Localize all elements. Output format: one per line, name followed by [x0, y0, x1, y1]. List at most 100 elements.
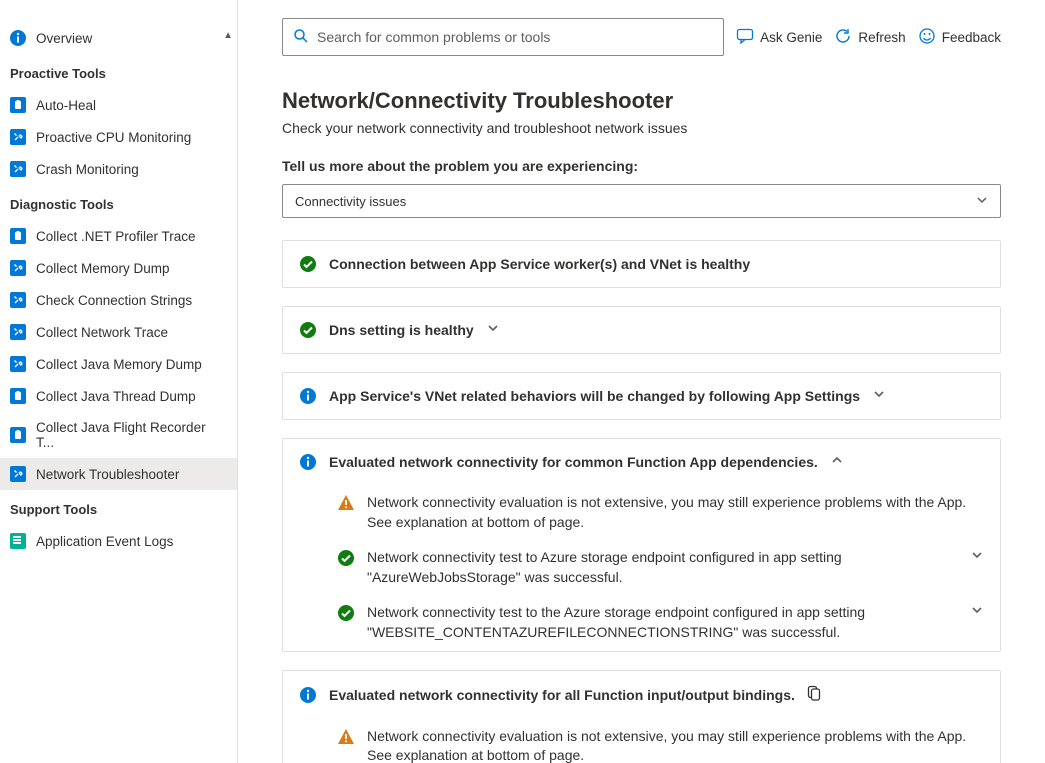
clipboard-icon: [10, 427, 26, 443]
success-icon: [299, 255, 317, 273]
card-title: Evaluated network connectivity for all F…: [329, 687, 795, 703]
card-sub-row: Network connectivity evaluation is not e…: [283, 485, 1000, 540]
sidebar-item-collect-network-trace[interactable]: Collect Network Trace: [0, 316, 237, 348]
sidebar-item-label: Crash Monitoring: [36, 162, 139, 177]
feedback-button[interactable]: Feedback: [918, 27, 1001, 48]
sidebar-item-label: Collect Java Flight Recorder T...: [36, 420, 227, 450]
info-icon: [10, 30, 26, 46]
card-header[interactable]: Connection between App Service worker(s)…: [283, 241, 1000, 287]
refresh-button[interactable]: Refresh: [834, 27, 905, 48]
sidebar-item-label: Network Troubleshooter: [36, 467, 179, 482]
problem-select-value: Connectivity issues: [295, 194, 406, 209]
card-sub-text: Network connectivity evaluation is not e…: [367, 493, 984, 532]
clipboard-icon: [10, 388, 26, 404]
sidebar-item-label: Proactive CPU Monitoring: [36, 130, 191, 145]
card-sub-row[interactable]: Network connectivity test to the Azure s…: [283, 595, 1000, 650]
tool-icon: [10, 292, 26, 308]
sidebar: ▲ Overview Proactive Tools Auto-Heal Proac…: [0, 0, 238, 763]
sidebar-item-collect-memory-dump[interactable]: Collect Memory Dump: [0, 252, 237, 284]
sidebar-item-auto-heal[interactable]: Auto-Heal: [0, 89, 237, 121]
chevron-up-icon[interactable]: [830, 453, 844, 471]
diagnostic-card: App Service's VNet related behaviors wil…: [282, 372, 1001, 420]
chat-icon: [736, 27, 754, 48]
card-header[interactable]: Evaluated network connectivity for all F…: [283, 671, 1000, 719]
info-icon: [299, 686, 317, 704]
ask-genie-label: Ask Genie: [760, 30, 822, 45]
sidebar-item-label: Collect .NET Profiler Trace: [36, 229, 196, 244]
problem-select[interactable]: Connectivity issues: [282, 184, 1001, 218]
prompt-label: Tell us more about the problem you are e…: [282, 158, 1001, 174]
smiley-icon: [918, 27, 936, 48]
page-subtitle: Check your network connectivity and trou…: [282, 120, 1001, 136]
card-sub-text: Network connectivity test to Azure stora…: [367, 548, 958, 587]
chevron-down-icon[interactable]: [486, 321, 500, 339]
sidebar-item-label: Application Event Logs: [36, 534, 173, 549]
tool-icon: [10, 129, 26, 145]
success-icon: [337, 604, 355, 622]
sidebar-item-collect-net-profiler-trace[interactable]: Collect .NET Profiler Trace: [0, 220, 237, 252]
diagnostic-card: Evaluated network connectivity for commo…: [282, 438, 1001, 652]
refresh-icon: [834, 27, 852, 48]
success-icon: [337, 549, 355, 567]
sidebar-item-collect-java-flight-recorder-t[interactable]: Collect Java Flight Recorder T...: [0, 412, 237, 458]
clipboard-icon: [10, 228, 26, 244]
topbar: Ask Genie Refresh Feedback: [282, 18, 1001, 56]
card-sub-row: Network connectivity evaluation is not e…: [283, 719, 1000, 763]
sidebar-item-collect-java-thread-dump[interactable]: Collect Java Thread Dump: [0, 380, 237, 412]
tool-icon: [10, 356, 26, 372]
refresh-label: Refresh: [858, 30, 905, 45]
card-title: Evaluated network connectivity for commo…: [329, 454, 818, 470]
diagnostic-card: Evaluated network connectivity for all F…: [282, 670, 1001, 763]
sidebar-section-title: Proactive Tools: [0, 54, 237, 89]
chevron-down-icon[interactable]: [970, 548, 984, 566]
card-header[interactable]: Evaluated network connectivity for commo…: [283, 439, 1000, 485]
card-title: Connection between App Service worker(s)…: [329, 256, 750, 272]
chevron-down-icon[interactable]: [872, 387, 886, 405]
card-sub-text: Network connectivity test to the Azure s…: [367, 603, 958, 642]
card-header[interactable]: Dns setting is healthy: [283, 307, 1000, 353]
sidebar-item-application-event-logs[interactable]: Application Event Logs: [0, 525, 237, 557]
search-input-container[interactable]: [282, 18, 724, 56]
warn-icon: [337, 728, 355, 746]
sidebar-item-collect-java-memory-dump[interactable]: Collect Java Memory Dump: [0, 348, 237, 380]
diagnostic-card: Connection between App Service worker(s)…: [282, 240, 1001, 288]
chevron-down-icon: [976, 193, 988, 210]
tool-icon: [10, 466, 26, 482]
tool-icon: [10, 260, 26, 276]
sidebar-section-title: Diagnostic Tools: [0, 185, 237, 220]
sidebar-item-network-troubleshooter[interactable]: Network Troubleshooter: [0, 458, 237, 490]
sidebar-item-label: Collect Network Trace: [36, 325, 168, 340]
search-icon: [293, 28, 309, 47]
warn-icon: [337, 494, 355, 512]
sidebar-item-label: Collect Memory Dump: [36, 261, 170, 276]
sidebar-item-label: Auto-Heal: [36, 98, 96, 113]
sidebar-item-label: Overview: [36, 31, 92, 46]
chevron-down-icon[interactable]: [970, 603, 984, 621]
log-icon: [10, 533, 26, 549]
search-input[interactable]: [317, 29, 713, 45]
card-title: Dns setting is healthy: [329, 322, 474, 338]
info-icon: [299, 387, 317, 405]
sidebar-section-title: Support Tools: [0, 490, 237, 525]
sidebar-item-label: Collect Java Thread Dump: [36, 389, 196, 404]
clipboard-icon: [10, 97, 26, 113]
ask-genie-button[interactable]: Ask Genie: [736, 27, 822, 48]
tool-icon: [10, 161, 26, 177]
main-content: Ask Genie Refresh Feedback Network/Conne…: [238, 0, 1045, 763]
sidebar-item-check-connection-strings[interactable]: Check Connection Strings: [0, 284, 237, 316]
collapse-caret-icon[interactable]: ▲: [223, 30, 233, 41]
sidebar-item-crash-monitoring[interactable]: Crash Monitoring: [0, 153, 237, 185]
success-icon: [299, 321, 317, 339]
page-title: Network/Connectivity Troubleshooter: [282, 88, 1001, 114]
card-sub-text: Network connectivity evaluation is not e…: [367, 727, 984, 763]
info-icon: [299, 453, 317, 471]
tool-icon: [10, 324, 26, 340]
sidebar-item-proactive-cpu-monitoring[interactable]: Proactive CPU Monitoring: [0, 121, 237, 153]
sidebar-item-label: Check Connection Strings: [36, 293, 192, 308]
feedback-label: Feedback: [942, 30, 1001, 45]
copy-icon[interactable]: [807, 685, 821, 705]
card-title: App Service's VNet related behaviors wil…: [329, 388, 860, 404]
card-header[interactable]: App Service's VNet related behaviors wil…: [283, 373, 1000, 419]
card-sub-row[interactable]: Network connectivity test to Azure stora…: [283, 540, 1000, 595]
sidebar-item-overview[interactable]: Overview: [0, 22, 237, 54]
